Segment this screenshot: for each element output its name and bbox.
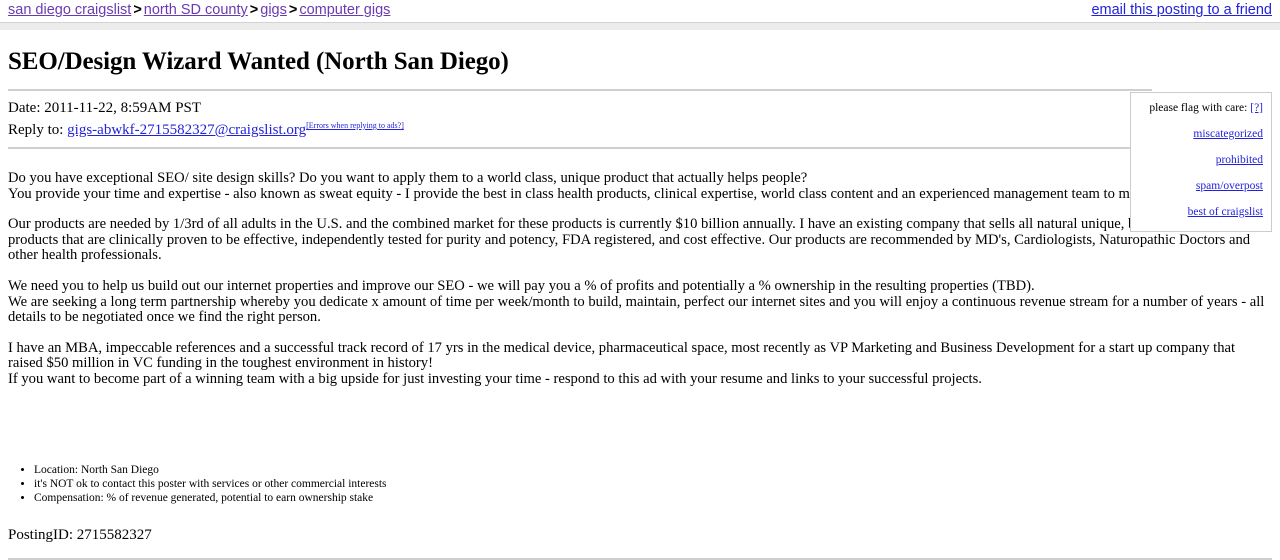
posting-attributes: Location: North San Diego it's NOT ok to… — [8, 464, 1272, 506]
site-header: san diego craigslist > north SD county > gig… — [0, 0, 1280, 22]
body-paragraph-1: Do you have exceptional SEO/ site design… — [8, 170, 1267, 202]
email-friend-container: email this posting to a friend — [1091, 2, 1272, 19]
flag-box: please flag with care: [?] miscategorize… — [1130, 92, 1272, 232]
flag-box-heading: please flag with care: [?] — [1139, 101, 1263, 115]
flag-item-best-of-craigslist: best of craigslist — [1139, 205, 1263, 219]
posting-page: please flag with care: [?] miscategorize… — [0, 47, 1280, 560]
breadcrumb-link-gigs[interactable]: gigs — [260, 2, 287, 18]
flag-link-spam-overpost[interactable]: spam/overpost — [1196, 180, 1263, 192]
breadcrumb: san diego craigslist > north SD county > gig… — [8, 2, 390, 19]
posting-meta: Date: 2011-11-22, 8:59AM PST Reply to: g… — [8, 99, 1272, 139]
body-paragraph-4: I have an MBA, impeccable references and… — [8, 339, 1236, 387]
errors-replying-link[interactable]: [Errors when replying to ads?] — [306, 121, 404, 130]
flag-help-link[interactable]: [?] — [1250, 102, 1263, 114]
breadcrumb-separator: > — [249, 2, 259, 18]
flag-item-spam-overpost: spam/overpost — [1139, 179, 1263, 193]
flag-link-best-of-craigslist[interactable]: best of craigslist — [1188, 206, 1263, 218]
posting-date: Date: 2011-11-22, 8:59AM PST — [8, 100, 202, 116]
flag-link-prohibited[interactable]: prohibited — [1216, 154, 1263, 166]
flag-box-heading-text: please flag with care: — [1149, 102, 1251, 114]
body-paragraph-2: Our products are needed by 1/3rd of all … — [8, 216, 1251, 264]
flag-link-miscategorized[interactable]: miscategorized — [1193, 128, 1263, 140]
reply-email-link[interactable]: gigs-abwkf-2715582327@craigslist.org — [67, 122, 306, 138]
flag-item-miscategorized: miscategorized — [1139, 127, 1263, 141]
reply-to-row: Reply to: gigs-abwkf-2715582327@craigsli… — [8, 117, 1272, 139]
email-this-posting-link[interactable]: email this posting to a friend — [1091, 2, 1272, 18]
list-item: Location: North San Diego — [34, 464, 1272, 478]
flag-item-prohibited: prohibited — [1139, 153, 1263, 167]
breadcrumb-link-computer-gigs[interactable]: computer gigs — [299, 2, 390, 18]
list-item: it's NOT ok to contact this poster with … — [34, 478, 1272, 492]
breadcrumb-link-san-diego-craigslist[interactable]: san diego craigslist — [8, 2, 131, 18]
posting-id: PostingID: 2715582327 — [8, 527, 152, 544]
breadcrumb-separator: > — [288, 2, 298, 18]
body-paragraph-3: We need you to help us build out our int… — [8, 277, 1265, 326]
posting-body: Do you have exceptional SEO/ site design… — [8, 170, 1272, 388]
reply-to-label: Reply to: — [8, 122, 68, 138]
title-divider — [8, 89, 1152, 91]
breadcrumb-link-north-sd-county[interactable]: north SD county — [144, 2, 248, 18]
errors-note: [Errors when replying to ads?] — [306, 121, 404, 130]
page-title: SEO/Design Wizard Wanted (North San Dieg… — [8, 48, 509, 75]
header-divider-band — [0, 22, 1280, 31]
breadcrumb-separator: > — [133, 2, 142, 18]
list-item: Compensation: % of revenue generated, po… — [34, 492, 1272, 506]
meta-divider — [8, 147, 1152, 149]
